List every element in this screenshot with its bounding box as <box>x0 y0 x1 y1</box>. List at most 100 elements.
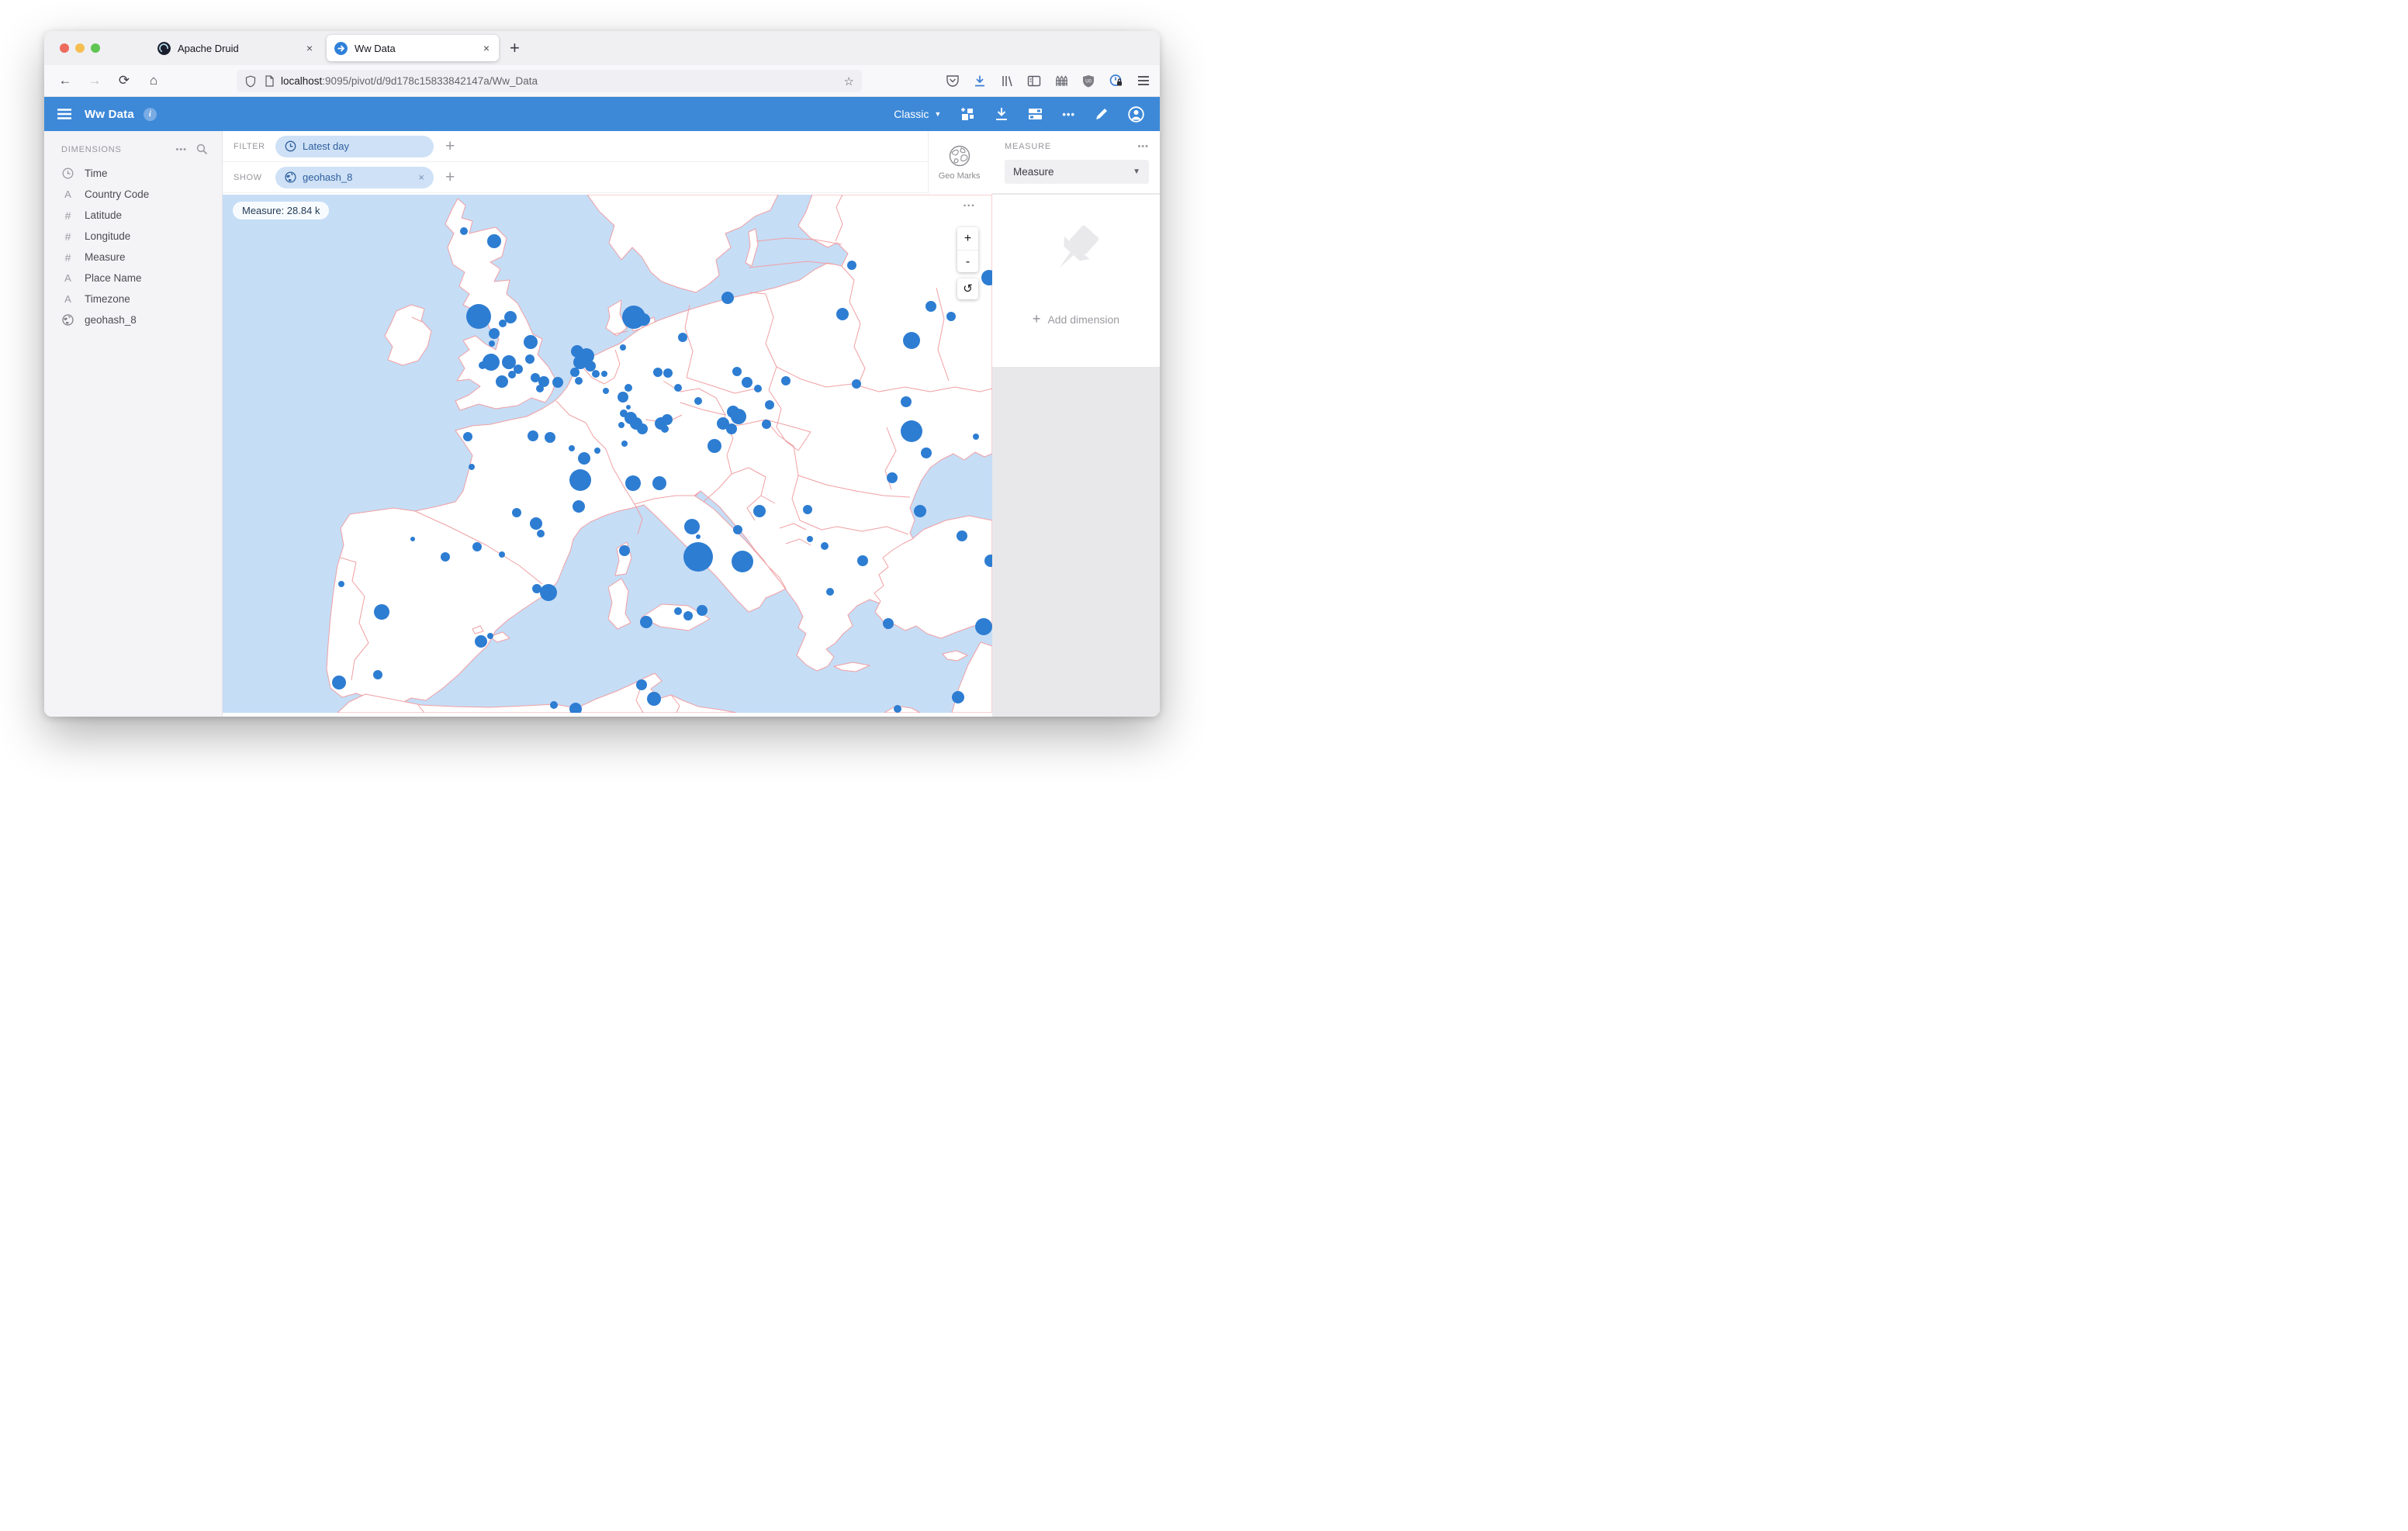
tab-apache-druid[interactable]: Apache Druid × <box>150 35 322 61</box>
geo-bubble[interactable] <box>573 500 585 513</box>
geo-bubble[interactable] <box>487 234 501 248</box>
search-icon[interactable] <box>196 143 208 155</box>
geo-bubble[interactable] <box>637 423 648 434</box>
geo-bubble[interactable] <box>946 312 956 321</box>
geo-bubble[interactable] <box>463 432 472 441</box>
add-to-dashboard-icon[interactable] <box>960 107 975 122</box>
zoom-in-button[interactable]: + <box>957 227 978 250</box>
geo-bubble[interactable] <box>626 405 631 410</box>
minimize-window-button[interactable] <box>75 43 85 53</box>
geo-bubble[interactable] <box>957 530 967 541</box>
sidebar-item-timezone[interactable]: A Timezone <box>44 289 222 309</box>
geo-bubble[interactable] <box>803 505 812 514</box>
maximize-window-button[interactable] <box>91 43 100 53</box>
geo-bubble[interactable] <box>569 469 591 491</box>
geo-bubble[interactable] <box>901 420 922 442</box>
geo-bubble[interactable] <box>721 292 734 304</box>
geo-bubble[interactable] <box>550 701 558 709</box>
filter-pill-latest-day[interactable]: Latest day <box>275 136 434 157</box>
geo-bubble[interactable] <box>903 332 920 349</box>
url-bar[interactable]: localhost:9095/pivot/d/9d178c15833842147… <box>237 70 862 92</box>
geo-bubble[interactable] <box>410 537 415 541</box>
geo-bubble[interactable] <box>836 308 849 320</box>
geo-bubble[interactable] <box>683 611 693 620</box>
geo-bubble[interactable] <box>620 344 626 351</box>
geo-bubble[interactable] <box>499 551 505 558</box>
geo-bubble[interactable] <box>726 423 737 434</box>
geo-bubble[interactable] <box>585 361 596 372</box>
geo-bubble[interactable] <box>489 328 500 339</box>
sidebar-item-measure[interactable]: # Measure <box>44 247 222 268</box>
geo-bubble[interactable] <box>826 588 834 596</box>
geo-bubble[interactable] <box>663 368 673 378</box>
geo-bubble[interactable] <box>914 505 926 517</box>
geo-bubble[interactable] <box>925 301 936 312</box>
library-icon[interactable] <box>1000 74 1014 88</box>
geo-bubble[interactable] <box>621 441 628 447</box>
geo-bubble[interactable] <box>857 555 868 566</box>
geo-bubble[interactable] <box>708 439 721 453</box>
geo-bubble[interactable] <box>975 618 992 635</box>
subscribe-rows-icon[interactable] <box>1028 107 1043 121</box>
downloads-icon[interactable] <box>973 74 987 88</box>
back-button[interactable]: ← <box>54 73 77 88</box>
sidebar-item-place-name[interactable]: A Place Name <box>44 268 222 289</box>
pocket-icon[interactable] <box>946 74 960 88</box>
geo-bubble[interactable] <box>540 584 557 601</box>
geo-bubble[interactable] <box>441 552 450 562</box>
add-dimension-button[interactable]: + Add dimension <box>1033 311 1119 327</box>
fence-extension-icon[interactable] <box>1054 74 1068 88</box>
geo-bubble[interactable] <box>696 534 701 539</box>
more-options-icon[interactable]: ••• <box>1062 109 1075 120</box>
user-avatar-icon[interactable] <box>1128 106 1144 123</box>
download-icon[interactable] <box>995 107 1009 121</box>
geo-bubble[interactable] <box>592 370 600 378</box>
sidebar-toggle-icon[interactable] <box>1027 74 1041 88</box>
geo-bubble[interactable] <box>952 691 964 703</box>
geo-bubble[interactable] <box>674 384 682 392</box>
view-mode-select[interactable]: Classic ▼ <box>894 108 941 120</box>
geo-bubble[interactable] <box>545 432 555 443</box>
ublock-shield-icon[interactable]: U0 <box>1081 74 1095 88</box>
geo-bubble[interactable] <box>697 605 708 616</box>
measure-more-icon[interactable]: ••• <box>1137 142 1149 151</box>
geo-bubble[interactable] <box>625 475 641 491</box>
map-options-icon[interactable]: ... <box>963 196 975 209</box>
geo-bubble[interactable] <box>901 396 912 407</box>
geo-bubble[interactable] <box>460 227 468 235</box>
geo-bubble[interactable] <box>528 430 538 441</box>
geo-bubble[interactable] <box>653 368 663 377</box>
geo-bubble[interactable] <box>742 377 752 388</box>
privacy-lock-icon[interactable] <box>1109 74 1123 88</box>
geo-bubble[interactable] <box>496 375 508 388</box>
geo-bubble[interactable] <box>973 434 979 440</box>
edit-pencil-icon[interactable] <box>1095 107 1109 121</box>
geo-bubble[interactable] <box>647 692 661 706</box>
sidebar-item-longitude[interactable]: # Longitude <box>44 226 222 247</box>
geo-bubble[interactable] <box>569 445 575 451</box>
close-tab-icon[interactable]: × <box>482 42 491 54</box>
close-window-button[interactable] <box>60 43 69 53</box>
geo-bubble[interactable] <box>733 525 742 534</box>
geo-bubble[interactable] <box>753 505 766 517</box>
geo-bubble[interactable] <box>525 354 535 364</box>
tab-ww-data[interactable]: Ww Data × <box>327 35 499 61</box>
geo-bubble[interactable] <box>624 384 632 392</box>
geo-bubble[interactable] <box>487 633 493 639</box>
sidebar-item-latitude[interactable]: # Latitude <box>44 205 222 226</box>
geo-bubble[interactable] <box>466 304 491 329</box>
geo-bubble[interactable] <box>894 705 901 713</box>
geo-bubble[interactable] <box>524 335 538 349</box>
geo-bubble[interactable] <box>652 476 666 490</box>
geo-bubble[interactable] <box>618 422 624 428</box>
geo-bubble[interactable] <box>883 618 894 629</box>
geo-bubble[interactable] <box>640 616 652 628</box>
geo-bubble[interactable] <box>502 355 516 369</box>
geo-bubble[interactable] <box>552 377 563 388</box>
geo-bubble[interactable] <box>475 635 487 648</box>
close-tab-icon[interactable]: × <box>305 42 314 54</box>
geo-bubble[interactable] <box>732 551 753 572</box>
europe-map[interactable] <box>223 195 992 713</box>
geo-bubble[interactable] <box>887 472 898 483</box>
geo-bubble[interactable] <box>332 676 346 689</box>
